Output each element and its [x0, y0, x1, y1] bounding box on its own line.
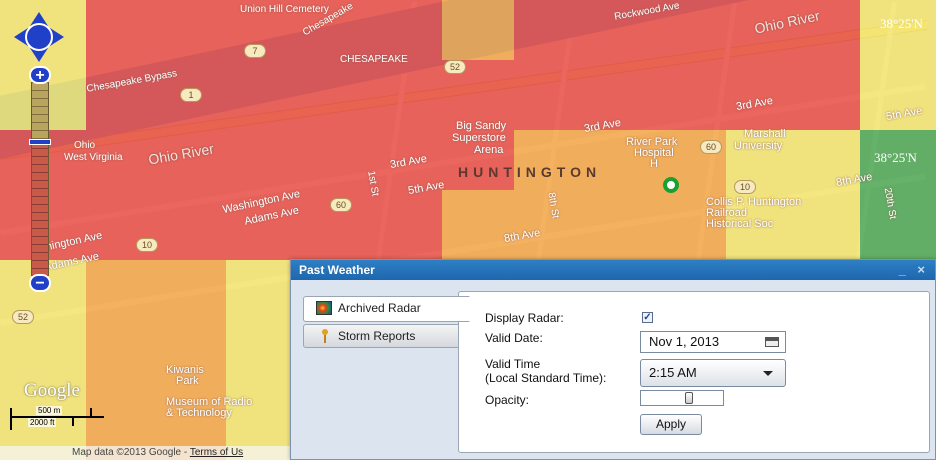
map-label: CHESAPEAKE	[340, 54, 408, 65]
pan-center-icon[interactable]	[25, 23, 53, 51]
zoom-in-button[interactable]: +	[29, 66, 51, 84]
valid-time-select[interactable]: 2:15 AM	[640, 359, 786, 387]
tab-archived-radar[interactable]: Archived Radar	[303, 296, 470, 322]
radar-cell	[86, 0, 226, 130]
map-label: Arena	[474, 144, 504, 156]
route-shield: 60	[700, 140, 722, 154]
display-radar-checkbox[interactable]: ✓	[642, 312, 653, 323]
radar-cell	[226, 260, 290, 460]
valid-date-value: Nov 1, 2013	[649, 334, 720, 349]
scale-tick	[72, 417, 74, 426]
calendar-icon[interactable]	[765, 337, 779, 347]
display-radar-label: Display Radar:	[485, 311, 564, 325]
map-label: West Virginia	[64, 152, 123, 163]
storm-report-icon	[320, 329, 330, 343]
valid-date-label: Valid Date:	[485, 331, 543, 345]
valid-time-sublabel: (Local Standard Time):	[485, 371, 607, 385]
map-label: Ohio	[74, 140, 96, 151]
dialog-titlebar[interactable]: Past Weather _ ×	[291, 260, 935, 280]
map-attribution: Map data ©2013 Google - Terms of Us	[0, 446, 290, 460]
map-label: H	[650, 158, 658, 170]
map-label: Historical Soc	[706, 218, 774, 230]
coordinate-label: 38°25'N	[874, 150, 917, 165]
map-label: Superstore	[452, 132, 506, 144]
radar-icon	[316, 301, 332, 315]
location-marker[interactable]	[663, 177, 679, 193]
archived-radar-panel: Display Radar: ✓ Valid Date: Nov 1, 2013…	[458, 291, 930, 453]
map-label-city: HUNTINGTON	[458, 164, 602, 180]
valid-date-input[interactable]: Nov 1, 2013	[640, 331, 786, 353]
pan-control[interactable]	[14, 12, 64, 62]
route-shield: 7	[244, 44, 266, 58]
attribution-text: Map data ©2013 Google -	[72, 447, 190, 458]
valid-time-value: 2:15 AM	[649, 365, 697, 380]
map-label: Big Sandy	[456, 120, 507, 132]
coordinate-label: 38°25'N	[880, 16, 923, 31]
radar-cell	[0, 190, 442, 260]
map-label: Park	[176, 375, 199, 387]
past-weather-dialog: Past Weather _ × Archived Radar Storm Re…	[290, 259, 936, 460]
zoom-out-button[interactable]: −	[29, 274, 51, 292]
scale-metric-label: 500 m	[36, 406, 63, 415]
route-shield: 60	[330, 198, 352, 212]
route-shield: 52	[444, 60, 466, 74]
dialog-title: Past Weather	[299, 263, 375, 277]
map-label: Union Hill Cemetery	[240, 4, 329, 15]
route-shield: 52	[12, 310, 34, 324]
chevron-down-icon	[763, 371, 773, 376]
opacity-slider-thumb[interactable]	[685, 392, 693, 404]
tab-storm-reports[interactable]: Storm Reports	[303, 324, 463, 348]
opacity-slider[interactable]	[640, 390, 724, 406]
google-logo[interactable]: Google	[24, 380, 80, 402]
zoom-slider-lower	[32, 141, 48, 275]
tab-label: Archived Radar	[338, 301, 421, 315]
tab-label: Storm Reports	[338, 329, 416, 343]
map-label: University	[734, 140, 783, 152]
dialog-tabs: Archived Radar Storm Reports	[303, 296, 470, 350]
zoom-slider-track[interactable]	[29, 82, 51, 276]
route-shield: 10	[136, 238, 158, 252]
apply-button[interactable]: Apply	[640, 414, 702, 435]
scale-imperial-label: 2000 ft	[28, 418, 57, 427]
route-shield: 1	[180, 88, 202, 102]
valid-time-label: Valid Time	[485, 357, 541, 371]
terms-of-use-link[interactable]: Terms of Us	[190, 447, 243, 458]
map-label: & Technology	[166, 407, 232, 419]
zoom-control[interactable]: + −	[29, 66, 51, 292]
zoom-slider-thumb[interactable]	[29, 139, 51, 145]
dialog-window-controls[interactable]: _ ×	[899, 260, 929, 280]
route-shield: 10	[734, 180, 756, 194]
scale-bar: 500 m 2000 ft	[10, 404, 104, 430]
radar-cell	[442, 0, 514, 60]
scale-tick	[10, 408, 12, 430]
map-label: Marshall	[744, 128, 786, 140]
opacity-label: Opacity:	[485, 393, 530, 407]
scale-tick	[90, 408, 92, 417]
radar-cell	[86, 260, 226, 460]
